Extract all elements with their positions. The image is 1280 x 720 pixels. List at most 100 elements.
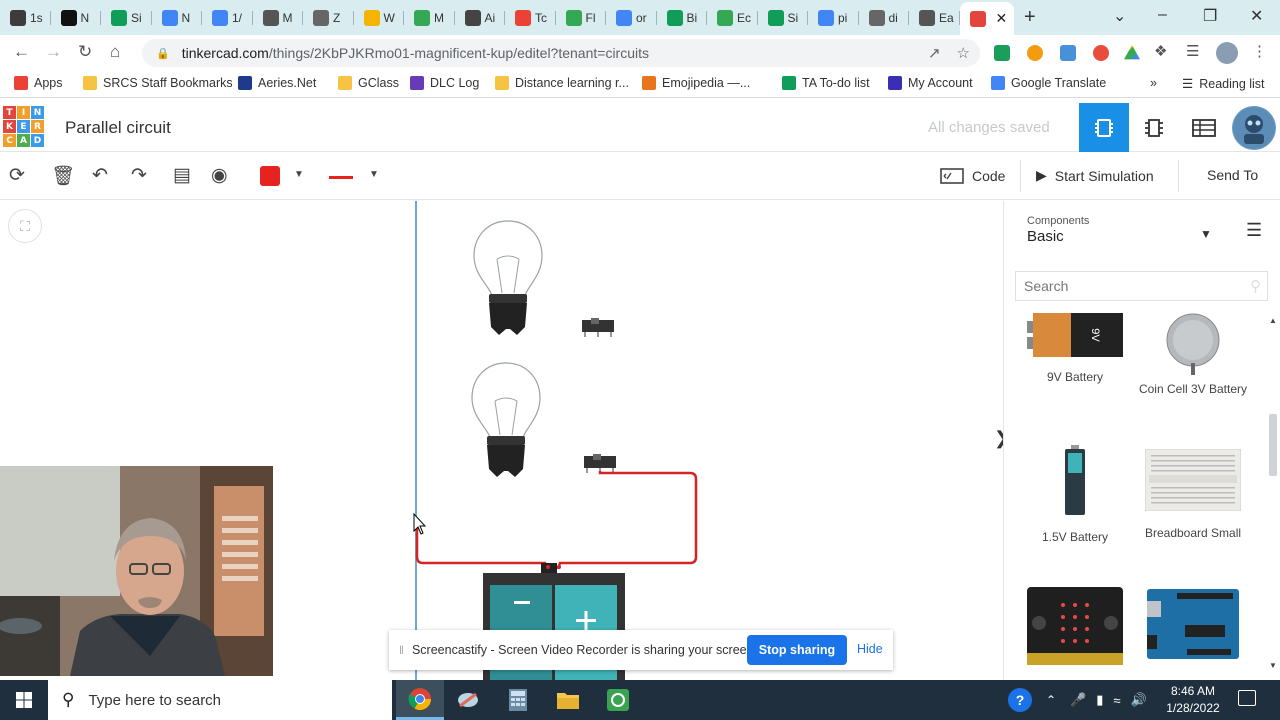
browser-tab[interactable]: Bi xyxy=(657,4,707,32)
taskbar-clock[interactable]: 8:46 AM 1/28/2022 xyxy=(1164,683,1222,717)
bookmark-item[interactable]: My Account xyxy=(888,76,973,90)
send-to-button[interactable]: Send To xyxy=(1207,167,1258,183)
component-1-5v-battery[interactable]: 1.5V Battery xyxy=(1017,445,1133,544)
browser-tab[interactable]: or xyxy=(606,4,657,32)
scroll-down-arrow-icon[interactable]: ▼ xyxy=(1269,661,1277,670)
extension-icon[interactable] xyxy=(1093,45,1109,61)
component-search-input[interactable]: Search ⚲ xyxy=(1015,271,1268,301)
extensions-puzzle-icon[interactable]: ❖ xyxy=(1154,42,1167,60)
reload-icon[interactable]: ↻ xyxy=(78,42,92,62)
new-tab-icon[interactable]: + xyxy=(1024,6,1036,29)
more-bookmarks-button[interactable]: » xyxy=(1150,76,1157,90)
browser-tab[interactable]: Ai xyxy=(455,4,505,32)
bookmark-item[interactable]: Aeries.Net xyxy=(238,76,316,90)
component-microbit[interactable] xyxy=(1017,587,1133,678)
bookmark-item[interactable]: DLC Log xyxy=(410,76,479,90)
restore-icon[interactable]: ❐ xyxy=(1203,6,1217,26)
close-window-icon[interactable]: ✕ xyxy=(1250,6,1263,26)
extension-icon[interactable] xyxy=(1027,45,1043,61)
rotate-icon[interactable]: ⟳ xyxy=(9,164,25,187)
notes-icon[interactable]: ▤ xyxy=(173,164,191,187)
minimize-icon[interactable]: – xyxy=(1158,6,1167,24)
taskbar-app-icon[interactable] xyxy=(444,680,492,720)
component-list-button[interactable] xyxy=(1179,103,1229,152)
tab-search-chevron-icon[interactable]: ⌄ xyxy=(1113,6,1126,26)
browser-tab[interactable]: M xyxy=(404,4,455,32)
redo-icon[interactable]: ↷ xyxy=(131,164,147,187)
browser-tab[interactable]: W xyxy=(354,4,404,32)
tray-expand-chevron-icon[interactable]: ⌃ xyxy=(1046,693,1056,707)
code-button[interactable]: Code xyxy=(940,167,1005,185)
share-icon[interactable]: ↗ xyxy=(928,44,941,62)
category-select[interactable]: Basic xyxy=(1027,228,1064,245)
bookmark-item[interactable]: Emojipedia —... xyxy=(642,76,750,90)
media-queue-icon[interactable]: ☰ xyxy=(1186,42,1199,60)
forward-icon[interactable]: → xyxy=(45,42,62,62)
home-icon[interactable]: ⌂ xyxy=(110,42,120,62)
drag-handle-icon[interactable]: ‖ xyxy=(399,643,404,657)
extension-screencastify-icon[interactable] xyxy=(994,45,1010,61)
schematic-view-button[interactable] xyxy=(1129,103,1179,152)
start-simulation-button[interactable]: ▶ Start Simulation xyxy=(1036,167,1154,184)
close-tab-icon[interactable]: ✕ xyxy=(996,10,1008,27)
stop-sharing-button[interactable]: Stop sharing xyxy=(747,635,847,665)
windows-start-icon[interactable] xyxy=(16,692,32,711)
browser-tab[interactable]: Tc xyxy=(505,4,556,32)
browser-tab[interactable]: N xyxy=(152,4,202,32)
browser-tab[interactable]: Ea xyxy=(909,4,960,32)
reading-list-button[interactable]: ☰ Reading list xyxy=(1182,76,1265,92)
browser-tab[interactable]: Si xyxy=(101,4,152,32)
bookmark-item[interactable]: Google Translate xyxy=(991,76,1106,90)
user-avatar[interactable] xyxy=(1232,106,1276,150)
component-coin-cell[interactable]: Coin Cell 3V Battery xyxy=(1135,313,1251,396)
menu-kebab-icon[interactable]: ⋮ xyxy=(1252,42,1267,60)
volume-icon[interactable]: 🔊 xyxy=(1131,692,1147,708)
browser-tab[interactable]: Fl xyxy=(556,4,606,32)
drive-extension-icon[interactable] xyxy=(1124,45,1140,60)
component-9v-battery[interactable]: 9V 9V Battery xyxy=(1017,313,1133,384)
help-question-icon[interactable]: ? xyxy=(1008,688,1032,712)
hide-button[interactable]: Hide xyxy=(857,642,883,656)
panel-scrollbar[interactable]: ▲ ▼ xyxy=(1267,316,1277,671)
microphone-icon[interactable]: 🎤 xyxy=(1070,692,1086,708)
browser-tab[interactable]: ✕ xyxy=(959,2,1014,35)
visibility-eye-icon[interactable]: ◉ xyxy=(211,164,228,187)
back-icon[interactable]: ← xyxy=(13,42,30,62)
component-breadboard-small[interactable]: Breadboard Small xyxy=(1135,448,1251,540)
bookmark-item[interactable]: Distance learning r... xyxy=(495,76,629,90)
bookmark-star-icon[interactable]: ☆ xyxy=(957,44,970,62)
tinkercad-logo[interactable]: TIN KER CAD xyxy=(3,106,44,147)
extension-icon[interactable] xyxy=(1060,45,1076,61)
browser-tab[interactable]: N xyxy=(51,4,101,32)
taskbar-file-explorer-icon[interactable] xyxy=(544,680,592,720)
browser-tab[interactable]: di xyxy=(859,4,909,32)
browser-tab[interactable]: M xyxy=(253,4,303,32)
delete-icon[interactable]: 🗑 xyxy=(51,164,75,188)
undo-icon[interactable]: ↶ xyxy=(92,164,108,187)
profile-avatar-icon[interactable] xyxy=(1216,42,1238,64)
browser-tab[interactable]: Ec xyxy=(707,4,758,32)
browser-tab[interactable]: 1/ xyxy=(202,4,253,32)
wire-type-icon[interactable] xyxy=(329,176,353,179)
browser-tab[interactable]: 1s xyxy=(0,4,51,32)
scroll-up-arrow-icon[interactable]: ▲ xyxy=(1269,316,1277,325)
component-arduino-uno[interactable] xyxy=(1135,589,1251,672)
chevron-down-icon[interactable]: ▼ xyxy=(294,169,304,180)
address-bar[interactable]: 🔒 tinkercad.com/things/2KbPJKRmo01-magni… xyxy=(142,39,980,67)
bookmark-item[interactable]: SRCS Staff Bookmarks xyxy=(83,76,233,90)
browser-tab[interactable]: Si xyxy=(758,4,808,32)
project-title[interactable]: Parallel circuit xyxy=(65,118,171,138)
scroll-thumb[interactable] xyxy=(1269,414,1277,476)
browser-tab[interactable]: pi xyxy=(808,4,859,32)
taskbar-calculator-icon[interactable] xyxy=(494,680,542,720)
taskbar-app-icon[interactable] xyxy=(594,680,642,720)
wire-color-swatch[interactable] xyxy=(260,166,280,186)
list-view-icon[interactable]: ☰ xyxy=(1246,220,1262,241)
notifications-icon[interactable] xyxy=(1238,690,1256,706)
taskbar-chrome-icon[interactable] xyxy=(396,680,444,720)
wifi-icon[interactable]: ≈ xyxy=(1113,693,1120,708)
circuit-view-button[interactable] xyxy=(1079,103,1129,152)
taskbar-search-input[interactable]: ⚲ Type here to search xyxy=(48,680,392,720)
browser-tab[interactable]: Z xyxy=(303,4,354,32)
bookmark-item[interactable]: Apps xyxy=(14,76,63,90)
